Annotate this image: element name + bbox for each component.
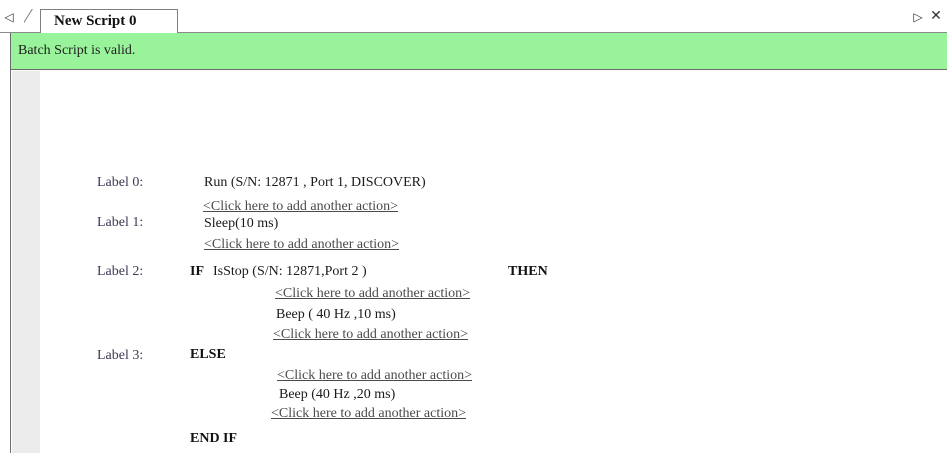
run-action[interactable]: Run (S/N: 12871 , Port 1, DISCOVER)	[204, 175, 426, 191]
close-icon[interactable]: ✕	[929, 9, 943, 23]
tab-label: New Script 0	[54, 13, 137, 29]
validation-status-bar: Batch Script is valid.	[11, 33, 947, 70]
label-2: Label 2:	[97, 264, 144, 279]
label-1: Label 1:	[97, 215, 144, 230]
scroll-left-icon[interactable]: ◁	[2, 10, 16, 24]
add-action-link[interactable]: <Click here to add another action>	[275, 286, 470, 302]
else-keyword: ELSE	[190, 347, 226, 362]
add-action-link[interactable]: <Click here to add another action>	[204, 237, 399, 253]
if-condition[interactable]: IsStop (S/N: 12871,Port 2 )	[213, 264, 367, 280]
if-keyword: IF	[190, 264, 204, 279]
left-frame	[0, 33, 11, 453]
sleep-action[interactable]: Sleep(10 ms)	[204, 216, 278, 232]
then-keyword: THEN	[508, 264, 548, 279]
beep-action-else[interactable]: Beep (40 Hz ,20 ms)	[279, 387, 395, 403]
endif-keyword: END IF	[190, 431, 238, 446]
tab-new-script-0[interactable]: New Script 0	[40, 9, 178, 33]
beep-action-then[interactable]: Beep ( 40 Hz ,10 ms)	[276, 307, 396, 323]
add-action-link[interactable]: <Click here to add another action>	[277, 368, 472, 384]
add-action-link[interactable]: <Click here to add another action>	[271, 406, 466, 422]
tab-strip: ◁ New Script 0 ▷ ✕	[0, 0, 947, 33]
label-0: Label 0:	[97, 175, 144, 190]
add-action-link[interactable]: <Click here to add another action>	[203, 199, 398, 215]
label-3: Label 3:	[97, 348, 144, 363]
editor-gutter	[12, 71, 40, 453]
add-action-link[interactable]: <Click here to add another action>	[273, 327, 468, 343]
validation-message: Batch Script is valid.	[18, 43, 136, 58]
scroll-right-icon[interactable]: ▷	[911, 10, 925, 24]
script-editor: Label 0: Run (S/N: 12871 , Port 1, DISCO…	[40, 71, 947, 453]
